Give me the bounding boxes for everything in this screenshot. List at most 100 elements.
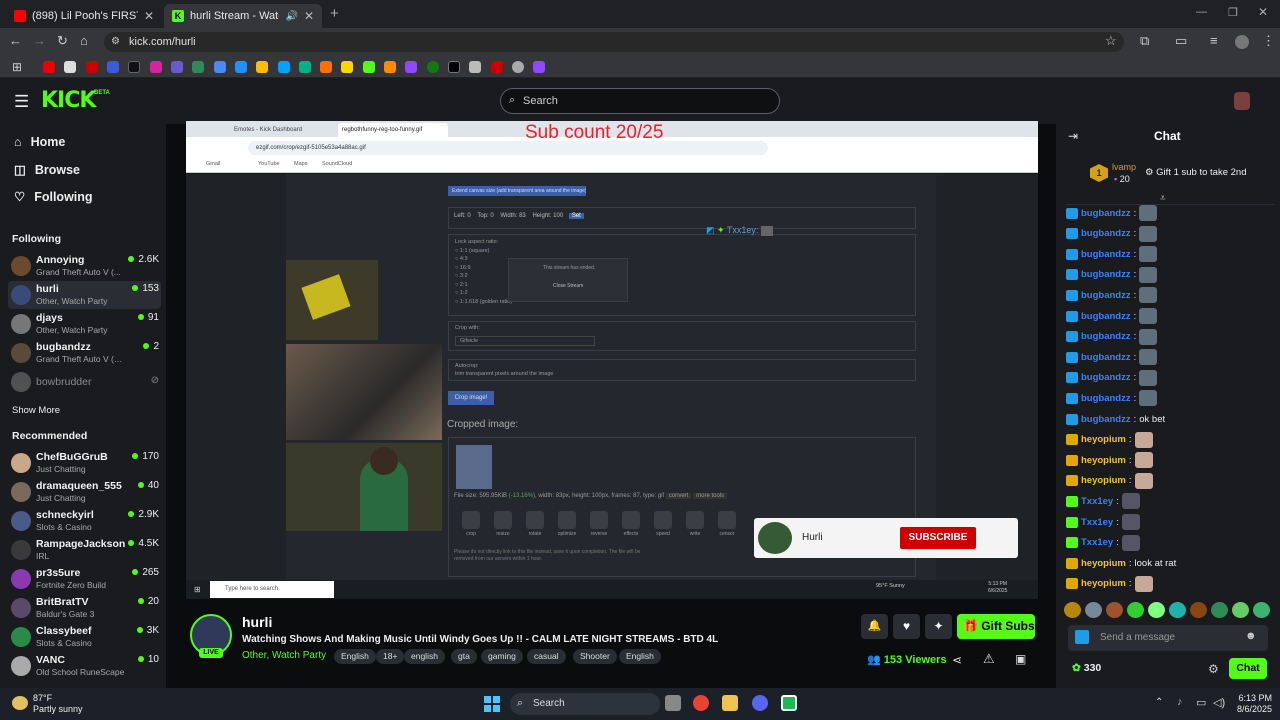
chat-username[interactable]: heyopium (1081, 558, 1126, 569)
stream-tag[interactable]: english (404, 649, 445, 664)
task-view-icon[interactable] (665, 695, 681, 711)
recommended-channel[interactable]: BritBratTV Baldur's Gate 3 20 (8, 594, 161, 622)
sparkle-button[interactable]: ✦ (925, 614, 952, 639)
bookmark-tiktok-icon[interactable] (128, 61, 140, 73)
emote-icon[interactable] (1253, 602, 1270, 618)
nav-following[interactable]: ♡ Following (14, 189, 93, 205)
bookmark-icon[interactable] (384, 61, 396, 73)
chat-username[interactable]: heyopium (1081, 434, 1126, 445)
bookmark-icon[interactable] (235, 61, 247, 73)
expand-icon[interactable]: ⩡ (1160, 193, 1166, 204)
bookmark-youtube-icon[interactable] (43, 61, 55, 73)
weather-icon[interactable] (12, 696, 28, 710)
emote-icon[interactable] (1085, 602, 1102, 618)
extensions-icon[interactable]: ⧉ (1140, 33, 1149, 49)
recommended-channel[interactable]: Classybeef Slots & Casino 3K (8, 623, 161, 651)
emote-icon[interactable] (1127, 602, 1144, 618)
bookmark-icon[interactable] (533, 61, 545, 73)
emote-icon[interactable] (1211, 602, 1228, 618)
bookmark-xbox-icon[interactable] (427, 61, 439, 73)
close-tab-icon[interactable]: ✕ (304, 9, 314, 23)
bookmark-icon[interactable] (86, 61, 98, 73)
file-explorer-icon[interactable] (722, 695, 738, 711)
following-channel-djays[interactable]: djays Other, Watch Party 91 (8, 310, 161, 338)
bookmark-icon[interactable] (341, 61, 353, 73)
notification-bell-button[interactable]: 🔔 (861, 614, 888, 639)
emote-icon[interactable] (1232, 602, 1249, 618)
recommended-channel[interactable]: ChefBuGGruB Just Chatting 170 (8, 449, 161, 477)
bookmark-icon[interactable] (491, 61, 503, 73)
gift-prompt[interactable]: ⚙ Gift 1 sub to take 2nd (1145, 167, 1246, 178)
video-player[interactable]: Emotes - Kick Dashboard regbothfunny-reg… (186, 121, 1038, 599)
app-icon[interactable] (781, 695, 797, 711)
stream-tag[interactable]: gaming (481, 649, 523, 664)
back-icon[interactable]: ← (9, 33, 22, 48)
media-icon[interactable]: ≡ (1210, 33, 1218, 48)
share-icon[interactable]: ⋖ (952, 653, 962, 667)
chat-username[interactable]: bugbandzz (1081, 393, 1131, 404)
bookmark-icon[interactable] (107, 61, 119, 73)
chat-username[interactable]: Txx1ey (1081, 517, 1113, 528)
send-chat-button[interactable]: Chat (1229, 658, 1267, 679)
chat-username[interactable]: bugbandzz (1081, 414, 1131, 425)
chat-message-input[interactable]: Send a message (1068, 625, 1268, 651)
reload-icon[interactable]: ↻ (57, 33, 68, 49)
chat-username[interactable]: bugbandzz (1081, 249, 1131, 260)
emote-icon[interactable] (1148, 602, 1165, 618)
chat-username[interactable]: heyopium (1081, 475, 1126, 486)
url-input[interactable]: kick.com/hurli (104, 32, 1124, 52)
restore-icon[interactable]: ❐ (1228, 6, 1238, 19)
bookmark-icon[interactable] (278, 61, 290, 73)
chat-username[interactable]: bugbandzz (1081, 269, 1131, 280)
gift-subs-button[interactable]: 🎁 Gift Subs (957, 614, 1035, 639)
search-input[interactable]: Search (500, 88, 780, 114)
bookmark-x-icon[interactable] (448, 61, 460, 73)
stream-category[interactable]: Other, Watch Party (242, 650, 326, 661)
follow-button[interactable]: ♥ (893, 614, 920, 639)
profile-avatar[interactable] (1235, 35, 1249, 49)
more-menu-icon[interactable]: ⋮ (1262, 33, 1275, 49)
chat-username[interactable]: bugbandzz (1081, 208, 1131, 219)
kick-logo[interactable]: KICK (41, 88, 96, 113)
chat-username[interactable]: heyopium (1081, 578, 1126, 589)
bookmark-instagram-icon[interactable] (150, 61, 162, 73)
hamburger-menu-icon[interactable]: ☰ (14, 92, 29, 112)
emote-icon[interactable] (1064, 602, 1081, 618)
close-window-icon[interactable]: ✕ (1258, 5, 1268, 19)
bookmark-kick-icon[interactable] (363, 61, 375, 73)
stream-tag[interactable]: gta (451, 649, 477, 664)
bookmark-icon[interactable] (64, 61, 76, 73)
theater-mode-icon[interactable]: ▣ (1015, 652, 1026, 666)
recommended-channel[interactable]: VANC Old School RuneScape 10 (8, 652, 161, 680)
emoji-icon[interactable]: ☻ (1245, 630, 1257, 642)
following-channel-annoying[interactable]: Annoying Grand Theft Auto V (... 2.6K (8, 252, 161, 280)
tray-chevron-icon[interactable]: ⌃ (1155, 697, 1163, 708)
emote-icon[interactable] (1169, 602, 1186, 618)
recommended-channel[interactable]: RampageJackson IRL 4.5K (8, 536, 161, 564)
collapse-chat-icon[interactable]: ⇥ (1068, 129, 1078, 143)
home-browser-icon[interactable]: ⌂ (80, 33, 88, 48)
chat-username[interactable]: Txx1ey (1081, 537, 1113, 548)
show-more-button[interactable]: Show More (12, 405, 60, 416)
close-tab-icon[interactable]: ✕ (144, 9, 154, 23)
chat-username[interactable]: bugbandzz (1081, 372, 1131, 383)
recommended-channel[interactable]: schneckyirl Slots & Casino 2.9K (8, 507, 161, 535)
recommended-channel[interactable]: dramaqueen_555 Just Chatting 40 (8, 478, 161, 506)
bookmark-icon[interactable] (171, 61, 183, 73)
mic-icon[interactable]: ♪ (1177, 696, 1183, 708)
apps-grid-icon[interactable]: ⊞ (12, 60, 22, 74)
taskbar-search[interactable]: Search (510, 693, 660, 715)
stream-tag[interactable]: Shooter (573, 649, 617, 664)
nav-browse[interactable]: ◫ Browse (14, 162, 80, 178)
leaderboard-user[interactable]: lvamp (1112, 162, 1136, 172)
chat-username[interactable]: bugbandzz (1081, 228, 1131, 239)
streamer-name[interactable]: hurli (242, 614, 272, 630)
windows-start-icon[interactable] (484, 696, 500, 712)
sidepanel-icon[interactable]: ▭ (1175, 33, 1187, 49)
new-tab-icon[interactable]: + (330, 5, 339, 22)
volume-icon[interactable]: ◁) (1213, 696, 1225, 709)
chat-username[interactable]: bugbandzz (1081, 290, 1131, 301)
chat-username[interactable]: bugbandzz (1081, 352, 1131, 363)
bookmark-star-icon[interactable]: ☆ (1105, 33, 1117, 49)
bookmark-icon[interactable] (299, 61, 311, 73)
